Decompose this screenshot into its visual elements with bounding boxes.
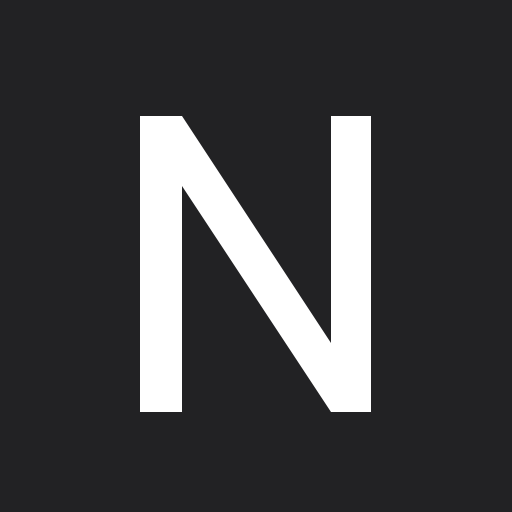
app-icon: N [0, 0, 512, 512]
letter-n-logo-icon [0, 0, 512, 512]
